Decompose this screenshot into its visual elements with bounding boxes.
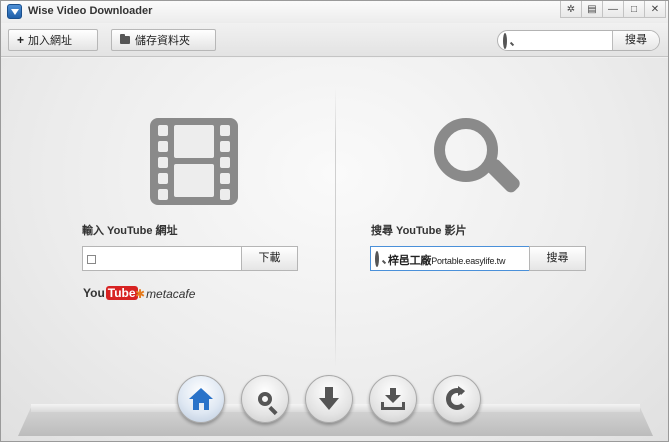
youtube-search-input[interactable]: 梓邑工廠Portable.easylife.tw: [370, 246, 530, 271]
save-folder-label: 儲存資料夾: [135, 35, 190, 47]
gear-icon: ✲: [566, 3, 576, 15]
plus-icon: +: [17, 33, 25, 47]
add-url-label: 加入網址: [28, 35, 73, 47]
nav-downloaded-button[interactable]: [369, 375, 417, 423]
search-text-small: Portable.easylife.tw: [431, 256, 506, 266]
youtube-search-button[interactable]: 搜尋: [529, 246, 586, 271]
minimize-button[interactable]: —: [602, 1, 624, 18]
search-section-label: 搜尋 YouTube 影片: [371, 225, 467, 237]
film-icon: [150, 118, 238, 205]
top-search-button[interactable]: 搜尋: [612, 31, 659, 50]
nav-home-button[interactable]: [177, 375, 225, 423]
url-input-box: [82, 246, 242, 271]
nav-convert-button[interactable]: [433, 375, 481, 423]
url-section-label: 輸入 YouTube 網址: [82, 225, 178, 237]
top-search-input[interactable]: [516, 33, 611, 48]
app-window: Wise Video Downloader ✲ ▤ — □ ✕ + 加入網址 儲…: [0, 0, 669, 442]
downloaded-icon: [381, 388, 405, 410]
folder-icon: [120, 34, 130, 44]
title-bar[interactable]: Wise Video Downloader ✲ ▤ — □ ✕: [1, 1, 668, 23]
add-url-button[interactable]: + 加入網址: [8, 29, 98, 51]
search-icon: [375, 251, 379, 267]
convert-icon: [446, 386, 468, 410]
youtube-logo: You Tube: [83, 286, 138, 300]
top-search-box: 搜尋: [497, 30, 660, 51]
main-area: 輸入 YouTube 網址 下載 You Tube ✱metacafe 搜尋 Y…: [1, 58, 668, 441]
metacafe-star-icon: ✱: [135, 287, 146, 301]
maximize-button[interactable]: □: [623, 1, 645, 18]
close-icon: ✕: [650, 3, 660, 15]
search-icon: [258, 392, 272, 406]
nav-search-button[interactable]: [241, 375, 289, 423]
url-entry-row: 下載: [82, 246, 298, 271]
window-controls: ✲ ▤ — □ ✕: [560, 1, 666, 19]
home-icon: [189, 388, 213, 410]
toolbar: + 加入網址 儲存資料夾 搜尋: [1, 23, 668, 57]
close-button[interactable]: ✕: [644, 1, 666, 18]
menu-icon: ▤: [587, 3, 597, 15]
download-icon: [319, 387, 339, 411]
panel-divider: [335, 88, 336, 368]
menu-button[interactable]: ▤: [581, 1, 603, 18]
magnifier-icon: [434, 118, 523, 208]
film-small-icon: [87, 255, 96, 264]
settings-button[interactable]: ✲: [560, 1, 582, 18]
search-text-main: 梓邑工廠: [388, 255, 432, 267]
search-icon: [503, 33, 507, 49]
minimize-icon: —: [608, 3, 618, 15]
maximize-icon: □: [630, 3, 638, 15]
url-input[interactable]: [101, 251, 239, 267]
nav-download-button[interactable]: [305, 375, 353, 423]
app-logo-icon: [7, 4, 22, 19]
window-title: Wise Video Downloader: [28, 5, 153, 17]
save-folder-button[interactable]: 儲存資料夾: [111, 29, 216, 51]
metacafe-logo: ✱metacafe: [135, 287, 196, 301]
download-button[interactable]: 下載: [241, 246, 298, 271]
